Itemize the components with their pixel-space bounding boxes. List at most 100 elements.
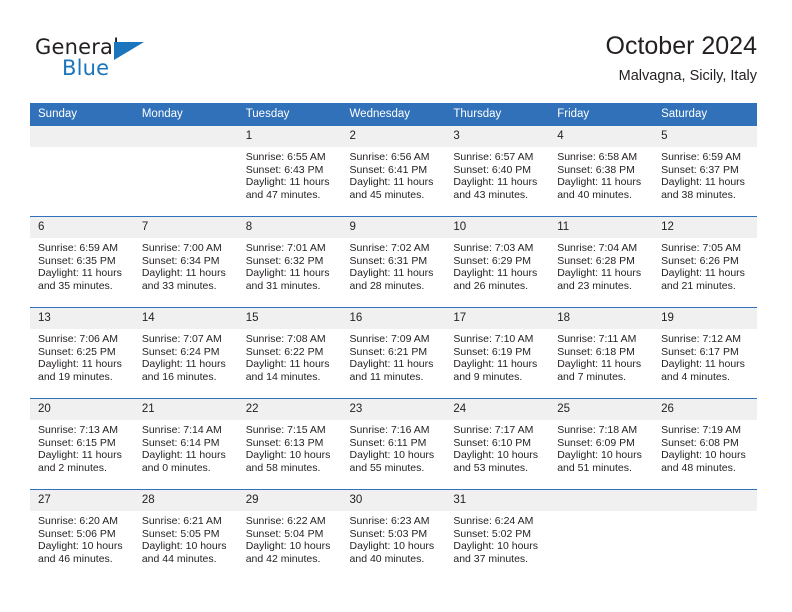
daylight-duration: Daylight: 10 hours and 44 minutes. (141, 540, 227, 565)
sunset-time: Sunset: 6:41 PM (349, 163, 428, 176)
sunset-time: Sunset: 6:29 PM (453, 254, 532, 267)
daylight-duration: Daylight: 10 hours and 58 minutes. (245, 449, 331, 474)
calendar-day-cell[interactable]: 24 Sunrise: 7:17 AM Sunset: 6:10 PM Dayligh… (445, 398, 550, 490)
sunset-time: Sunset: 6:24 PM (141, 345, 220, 358)
calendar-day-cell[interactable]: 31 Sunrise: 6:24 AM Sunset: 5:02 PM Dayligh… (445, 489, 550, 580)
day-number: 23 (341, 399, 446, 420)
sunrise-time: Sunrise: 7:11 AM (557, 333, 637, 345)
sunset-time: Sunset: 6:22 PM (245, 345, 324, 358)
daylight-duration: Daylight: 11 hours and 45 minutes. (349, 176, 434, 201)
calendar-day-cell[interactable]: 7 Sunrise: 7:00 AM Sunset: 6:34 PM Daylight… (133, 216, 238, 308)
day-number: 30 (341, 490, 446, 511)
calendar-day-cell[interactable]: 3 Sunrise: 6:57 AM Sunset: 6:40 PM Daylight… (445, 126, 550, 217)
daylight-duration: Daylight: 11 hours and 38 minutes. (661, 176, 745, 201)
calendar-day-cell[interactable]: 21 Sunrise: 7:14 AM Sunset: 6:14 PM Dayligh… (133, 398, 238, 490)
day-sun-info: Sunrise: 7:14 AM Sunset: 6:14 PM Daylight:… (134, 420, 238, 474)
day-sun-info: Sunrise: 7:10 AM Sunset: 6:19 PM Daylight:… (445, 329, 549, 383)
sunset-time: Sunset: 6:32 PM (245, 254, 324, 267)
sunset-time: Sunset: 5:03 PM (349, 527, 428, 540)
calendar-day-cell[interactable]: 30 Sunrise: 6:23 AM Sunset: 5:03 PM Dayligh… (341, 489, 446, 580)
calendar-cell-empty (653, 489, 757, 580)
day-sun-info: Sunrise: 6:56 AM Sunset: 6:41 PM Daylight:… (342, 147, 446, 201)
calendar-day-cell[interactable]: 28 Sunrise: 6:21 AM Sunset: 5:05 PM Dayligh… (133, 489, 238, 580)
sunset-time: Sunset: 6:15 PM (38, 436, 116, 449)
calendar-day-cell[interactable]: 14 Sunrise: 7:07 AM Sunset: 6:24 PM Dayligh… (133, 307, 238, 399)
daylight-duration: Daylight: 10 hours and 53 minutes. (453, 449, 539, 474)
sunrise-time: Sunrise: 7:07 AM (141, 333, 222, 345)
calendar-day-cell[interactable]: 16 Sunrise: 7:09 AM Sunset: 6:21 PM Dayligh… (341, 307, 446, 399)
day-sun-info: Sunrise: 6:20 AM Sunset: 5:06 PM Daylight:… (30, 511, 134, 565)
daylight-duration: Daylight: 11 hours and 0 minutes. (141, 449, 226, 474)
calendar-day-cell[interactable]: 26 Sunrise: 7:19 AM Sunset: 6:08 PM Dayligh… (653, 398, 757, 490)
calendar-day-cell[interactable]: 22 Sunrise: 7:15 AM Sunset: 6:13 PM Dayligh… (237, 398, 342, 490)
day-sun-info: Sunrise: 7:15 AM Sunset: 6:13 PM Daylight:… (238, 420, 342, 474)
calendar-day-cell[interactable]: 23 Sunrise: 7:16 AM Sunset: 6:11 PM Dayligh… (341, 398, 446, 490)
sunset-time: Sunset: 6:40 PM (453, 163, 532, 176)
day-number (30, 126, 134, 147)
calendar-day-cell[interactable]: 11 Sunrise: 7:04 AM Sunset: 6:28 PM Dayligh… (549, 216, 654, 308)
calendar-day-cell[interactable]: 25 Sunrise: 7:18 AM Sunset: 6:09 PM Dayligh… (549, 398, 654, 490)
calendar-day-cell[interactable]: 6 Sunrise: 6:59 AM Sunset: 6:35 PM Daylight… (30, 216, 134, 308)
calendar-day-cell[interactable]: 12 Sunrise: 7:05 AM Sunset: 6:26 PM Dayligh… (653, 216, 757, 308)
day-number: 5 (653, 126, 757, 147)
sunrise-time: Sunrise: 6:59 AM (38, 242, 118, 254)
sunrise-time: Sunrise: 6:56 AM (349, 151, 430, 163)
daylight-duration: Daylight: 10 hours and 46 minutes. (38, 540, 123, 565)
day-number: 24 (445, 399, 550, 420)
sunset-time: Sunset: 6:13 PM (245, 436, 324, 449)
page-header: General Blue October 2024 Malvagna, Sici… (35, 30, 757, 92)
sunset-time: Sunset: 6:38 PM (557, 163, 635, 176)
day-number: 21 (133, 399, 238, 420)
daylight-duration: Daylight: 11 hours and 14 minutes. (245, 358, 330, 383)
day-sun-info: Sunrise: 7:01 AM Sunset: 6:32 PM Daylight:… (238, 238, 342, 292)
day-sun-info: Sunrise: 7:03 AM Sunset: 6:29 PM Daylight:… (445, 238, 549, 292)
day-sun-info: Sunrise: 7:07 AM Sunset: 6:24 PM Daylight:… (134, 329, 238, 383)
sunrise-time: Sunrise: 6:24 AM (453, 515, 534, 527)
sunset-time: Sunset: 5:05 PM (141, 527, 220, 540)
calendar-week-row: 13 Sunrise: 7:06 AM Sunset: 6:25 PM Dayligh… (30, 307, 757, 399)
day-number: 13 (30, 308, 134, 329)
day-number: 3 (445, 126, 550, 147)
calendar-day-cell[interactable]: 13 Sunrise: 7:06 AM Sunset: 6:25 PM Dayligh… (30, 307, 134, 399)
calendar-day-cell[interactable]: 18 Sunrise: 7:11 AM Sunset: 6:18 PM Dayligh… (549, 307, 654, 399)
calendar-day-cell[interactable]: 20 Sunrise: 7:13 AM Sunset: 6:15 PM Dayligh… (30, 398, 134, 490)
sunset-time: Sunset: 6:34 PM (141, 254, 220, 267)
calendar-day-cell[interactable]: 10 Sunrise: 7:03 AM Sunset: 6:29 PM Dayligh… (445, 216, 550, 308)
day-sun-info: Sunrise: 6:57 AM Sunset: 6:40 PM Daylight:… (445, 147, 549, 201)
calendar-day-cell[interactable]: 15 Sunrise: 7:08 AM Sunset: 6:22 PM Dayligh… (237, 307, 342, 399)
calendar-day-cell[interactable]: 27 Sunrise: 6:20 AM Sunset: 5:06 PM Dayligh… (30, 489, 134, 580)
day-number (653, 490, 757, 511)
calendar-day-cell[interactable]: 5 Sunrise: 6:59 AM Sunset: 6:37 PM Daylight… (653, 126, 757, 217)
calendar-day-cell[interactable]: 1 Sunrise: 6:55 AM Sunset: 6:43 PM Daylight… (237, 126, 342, 217)
calendar-day-cell[interactable]: 4 Sunrise: 6:58 AM Sunset: 6:38 PM Daylight… (549, 126, 654, 217)
page-subtitle: Malvagna, Sicily, Italy (618, 68, 757, 84)
daylight-duration: Daylight: 10 hours and 55 minutes. (349, 449, 435, 474)
sunset-time: Sunset: 5:02 PM (453, 527, 532, 540)
day-number: 11 (549, 217, 654, 238)
day-sun-info: Sunrise: 7:05 AM Sunset: 6:26 PM Daylight:… (653, 238, 757, 292)
day-number: 12 (653, 217, 757, 238)
calendar-day-cell[interactable]: 2 Sunrise: 6:56 AM Sunset: 6:41 PM Daylight… (341, 126, 446, 217)
sunset-time: Sunset: 6:35 PM (38, 254, 116, 267)
sunrise-time: Sunrise: 7:08 AM (245, 333, 326, 345)
weekday-header-monday: Monday (133, 103, 238, 126)
sunrise-time: Sunrise: 7:18 AM (557, 424, 638, 436)
day-number: 8 (237, 217, 342, 238)
calendar-day-cell[interactable]: 9 Sunrise: 7:02 AM Sunset: 6:31 PM Daylight… (341, 216, 446, 308)
sunrise-time: Sunrise: 6:20 AM (38, 515, 118, 527)
sunset-time: Sunset: 6:18 PM (557, 345, 635, 358)
sunrise-time: Sunrise: 6:59 AM (661, 151, 742, 163)
sunrise-time: Sunrise: 7:01 AM (245, 242, 326, 254)
general-blue-logo[interactable]: General Blue (35, 35, 165, 91)
day-sun-info: Sunrise: 7:00 AM Sunset: 6:34 PM Daylight:… (134, 238, 238, 292)
day-number: 4 (549, 126, 654, 147)
sunrise-time: Sunrise: 7:10 AM (453, 333, 534, 345)
day-number: 10 (445, 217, 550, 238)
weekday-header-saturday: Saturday (653, 103, 757, 126)
calendar-day-cell[interactable]: 29 Sunrise: 6:22 AM Sunset: 5:04 PM Dayligh… (237, 489, 342, 580)
calendar-day-cell[interactable]: 17 Sunrise: 7:10 AM Sunset: 6:19 PM Dayligh… (445, 307, 550, 399)
day-sun-info: Sunrise: 7:13 AM Sunset: 6:15 PM Daylight:… (30, 420, 134, 474)
calendar-day-cell[interactable]: 8 Sunrise: 7:01 AM Sunset: 6:32 PM Daylight… (237, 216, 342, 308)
calendar-header-row: Sunday Monday Tuesday Wednesday Thursday… (30, 103, 757, 126)
calendar-day-cell[interactable]: 19 Sunrise: 7:12 AM Sunset: 6:17 PM Dayligh… (653, 307, 757, 399)
